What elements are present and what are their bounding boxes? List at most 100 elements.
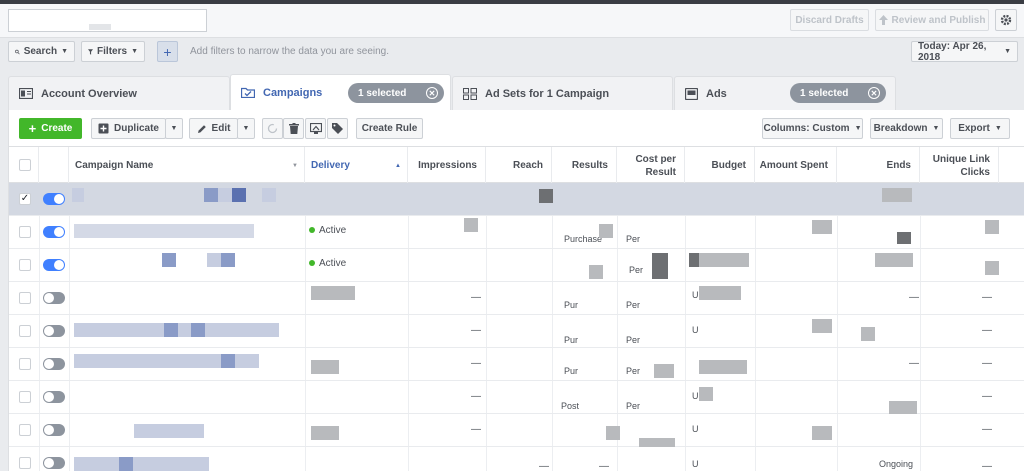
header-budget[interactable]: Budget xyxy=(685,147,755,184)
plus-icon: + xyxy=(163,43,172,60)
cost-per-label: Per xyxy=(626,300,641,310)
tab-adsets-label: Ad Sets for 1 Campaign xyxy=(485,87,610,100)
create-rule-button[interactable]: Create Rule xyxy=(356,118,423,139)
row-checkbox[interactable] xyxy=(19,226,31,238)
grid-icon xyxy=(463,87,477,100)
campaign-toggle[interactable] xyxy=(43,193,65,205)
campaign-toggle[interactable] xyxy=(43,457,65,469)
discard-drafts-button[interactable]: Discard Drafts xyxy=(790,9,869,31)
refresh-button[interactable] xyxy=(262,118,283,139)
redacted-name xyxy=(262,188,276,202)
table-row[interactable]: — U — xyxy=(9,414,1024,447)
redacted-name xyxy=(221,354,235,368)
header-reach[interactable]: Reach xyxy=(486,147,552,184)
search-button[interactable]: Search ▼ xyxy=(8,41,75,62)
link-clicks-value: — xyxy=(982,325,992,336)
delivery-status: Active xyxy=(309,225,346,236)
row-checkbox[interactable] xyxy=(19,292,31,304)
header-delivery[interactable]: Delivery ▲ xyxy=(305,147,408,184)
close-icon[interactable]: ✕ xyxy=(426,87,438,99)
table-row[interactable]: — Pur Per U — xyxy=(9,315,1024,348)
campaign-toggle[interactable] xyxy=(43,325,65,337)
ads-selected-pill[interactable]: 1 selected ✕ xyxy=(790,83,886,103)
chevron-down-icon: ▼ xyxy=(292,162,298,169)
header-select-all[interactable] xyxy=(9,147,39,184)
budget-type: U xyxy=(692,325,699,335)
header-campaign-name[interactable]: Campaign Name ▼ xyxy=(69,147,305,184)
review-publish-button[interactable]: Review and Publish xyxy=(875,9,989,31)
redacted-name xyxy=(162,253,176,267)
campaigns-table: Campaign Name ▼ Delivery ▲ Impressions R… xyxy=(8,146,1024,471)
filters-button[interactable]: Filters ▼ xyxy=(81,41,145,62)
table-row[interactable]: Active Purchase Per xyxy=(9,216,1024,249)
header-ends[interactable]: Ends xyxy=(837,147,920,184)
redacted-name xyxy=(74,457,209,471)
pencil-icon xyxy=(197,124,206,133)
header-cost-per-result[interactable]: Cost per Result xyxy=(617,147,685,184)
edit-dropdown[interactable]: ▼ xyxy=(237,118,255,139)
table-row[interactable]: — Post Per U — xyxy=(9,381,1024,414)
table-row[interactable]: — Pur Per U — — xyxy=(9,282,1024,315)
table-row[interactable]: ✓ xyxy=(9,183,1024,216)
budget-type: U xyxy=(692,459,699,469)
redacted-value xyxy=(311,426,339,440)
header-unique-link-clicks[interactable]: Unique Link Clicks xyxy=(920,147,999,184)
upload-arrow-icon xyxy=(878,15,888,25)
date-range-label: Today: Apr 26, 2018 xyxy=(918,40,987,63)
impressions-value: — xyxy=(471,292,481,303)
create-rule-label: Create Rule xyxy=(361,123,418,134)
row-checkbox[interactable] xyxy=(19,424,31,436)
breakdown-button[interactable]: Breakdown ▼ xyxy=(870,118,943,139)
ends-value: — xyxy=(909,358,919,369)
duplicate-button[interactable]: Duplicate xyxy=(91,118,166,139)
redacted-value xyxy=(464,218,478,232)
tab-adsets[interactable]: Ad Sets for 1 Campaign xyxy=(452,76,673,110)
redacted-name xyxy=(134,424,204,438)
campaign-toggle[interactable] xyxy=(43,424,65,436)
row-checkbox[interactable] xyxy=(19,325,31,337)
columns-button[interactable]: Columns: Custom ▼ xyxy=(762,118,863,139)
campaign-toggle[interactable] xyxy=(43,259,65,271)
date-range-button[interactable]: Today: Apr 26, 2018 ▼ xyxy=(911,40,1018,63)
campaign-toggle[interactable] xyxy=(43,391,65,403)
table-row[interactable]: — — U Ongoing — xyxy=(9,447,1024,471)
row-checkbox[interactable] xyxy=(19,391,31,403)
create-button[interactable]: + Create xyxy=(19,118,82,139)
header-budget-label: Budget xyxy=(711,160,746,171)
redacted-value xyxy=(985,220,999,234)
refresh-icon xyxy=(267,123,278,134)
table-row[interactable]: Active Per xyxy=(9,249,1024,282)
select-all-checkbox[interactable] xyxy=(19,159,31,171)
export-button[interactable]: Export ▼ xyxy=(950,118,1010,139)
row-checkbox[interactable] xyxy=(19,259,31,271)
header-results[interactable]: Results xyxy=(552,147,617,184)
folder-icon xyxy=(241,87,255,98)
table-row[interactable]: — Pur Per — — xyxy=(9,348,1024,381)
close-icon[interactable]: ✕ xyxy=(868,87,880,99)
status-dot-icon xyxy=(309,227,315,234)
duplicate-dropdown[interactable]: ▼ xyxy=(165,118,183,139)
account-selector[interactable] xyxy=(8,9,207,32)
edit-button[interactable]: Edit xyxy=(189,118,238,139)
campaigns-selected-pill[interactable]: 1 selected ✕ xyxy=(348,83,444,103)
settings-button[interactable] xyxy=(995,9,1017,31)
header-impressions[interactable]: Impressions xyxy=(408,147,486,184)
tag-button[interactable] xyxy=(327,118,348,139)
campaign-toggle[interactable] xyxy=(43,358,65,370)
impressions-value: — xyxy=(471,325,481,336)
tag-icon xyxy=(332,123,343,134)
delivery-status-label: Active xyxy=(319,258,347,269)
campaign-toggle[interactable] xyxy=(43,292,65,304)
add-filter-button[interactable]: + xyxy=(157,41,178,62)
ab-test-button[interactable] xyxy=(305,118,326,139)
row-checkbox[interactable] xyxy=(19,358,31,370)
row-checkbox[interactable]: ✓ xyxy=(19,193,31,205)
row-checkbox[interactable] xyxy=(19,457,31,469)
tab-account-overview[interactable]: Account Overview xyxy=(8,76,230,110)
header-impressions-label: Impressions xyxy=(418,160,477,171)
delete-button[interactable] xyxy=(283,118,304,139)
header-amount-spent[interactable]: Amount Spent xyxy=(755,147,837,184)
filter-hint-text: Add filters to narrow the data you are s… xyxy=(190,46,390,57)
campaign-toggle[interactable] xyxy=(43,226,65,238)
budget-type: U xyxy=(692,391,699,401)
